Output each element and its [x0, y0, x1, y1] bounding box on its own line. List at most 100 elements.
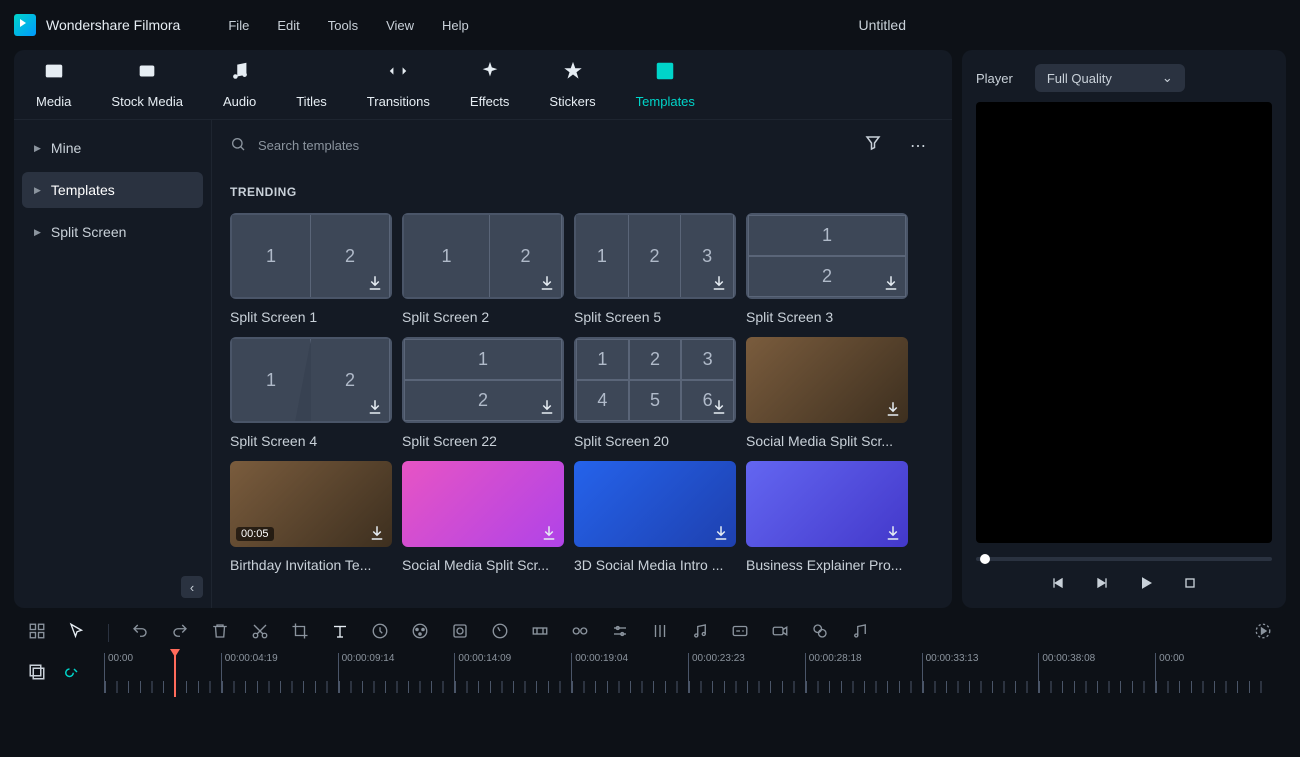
- template-birthday-invitation-te-[interactable]: 00:05Birthday Invitation Te...: [230, 461, 392, 573]
- tab-titles[interactable]: Titles: [296, 60, 327, 119]
- music-note-icon: [229, 60, 251, 88]
- cloud-image-icon: [136, 60, 158, 88]
- download-icon[interactable]: [882, 274, 900, 292]
- search-input[interactable]: Search templates: [230, 136, 844, 155]
- tab-audio[interactable]: Audio: [223, 60, 256, 119]
- sidebar-item-label: Templates: [51, 182, 115, 198]
- crop-button[interactable]: [291, 622, 309, 643]
- keyframe-button[interactable]: [531, 622, 549, 643]
- tab-transitions[interactable]: Transitions: [367, 60, 430, 119]
- delete-button[interactable]: [211, 622, 229, 643]
- more-button[interactable]: ⋯: [902, 132, 934, 160]
- template-split-screen-4[interactable]: 12Split Screen 4: [230, 337, 392, 449]
- sidebar-collapse-button[interactable]: ‹: [181, 576, 203, 598]
- template-icon: [654, 60, 676, 88]
- timeline-tick: 00:00:09:14: [338, 653, 455, 693]
- select-tool-button[interactable]: [68, 622, 86, 643]
- tab-stickers[interactable]: Stickers: [549, 60, 595, 119]
- magnet-button[interactable]: [62, 663, 80, 684]
- color-button[interactable]: [411, 622, 429, 643]
- tab-templates[interactable]: Templates: [636, 60, 695, 119]
- template-split-screen-1[interactable]: 12Split Screen 1: [230, 213, 392, 325]
- speedometer-button[interactable]: [491, 622, 509, 643]
- player-label: Player: [976, 71, 1013, 86]
- sidebar-item-label: Split Screen: [51, 224, 126, 240]
- subtitle-button[interactable]: [731, 622, 749, 643]
- image-icon: [43, 60, 65, 88]
- template-social-media-split-scr-[interactable]: Social Media Split Scr...: [402, 461, 564, 573]
- filter-button[interactable]: [856, 130, 890, 161]
- download-icon[interactable]: [712, 524, 730, 542]
- prev-keyframe-button[interactable]: [1050, 575, 1066, 594]
- search-icon: [230, 136, 246, 155]
- stop-button[interactable]: [1182, 575, 1198, 594]
- template-split-screen-2[interactable]: 12Split Screen 2: [402, 213, 564, 325]
- download-icon[interactable]: [710, 398, 728, 416]
- menu-tools[interactable]: Tools: [328, 18, 358, 33]
- audio-sync-button[interactable]: [851, 622, 869, 643]
- progress-handle[interactable]: [980, 554, 990, 564]
- speed-button[interactable]: [371, 622, 389, 643]
- template-split-screen-20[interactable]: 123456Split Screen 20: [574, 337, 736, 449]
- adjust-button[interactable]: [611, 622, 629, 643]
- chevron-left-icon: ‹: [190, 580, 194, 595]
- download-icon[interactable]: [884, 524, 902, 542]
- render-button[interactable]: [1254, 622, 1272, 643]
- link-button[interactable]: [571, 622, 589, 643]
- next-frame-button[interactable]: [1094, 575, 1110, 594]
- video-preview: [976, 102, 1272, 543]
- sidebar-item-mine[interactable]: ▶Mine: [22, 130, 203, 166]
- app-name: Wondershare Filmora: [46, 17, 180, 33]
- template-social-media-split-scr-[interactable]: Social Media Split Scr...: [746, 337, 908, 449]
- download-icon[interactable]: [538, 398, 556, 416]
- project-title: Untitled: [859, 17, 906, 33]
- template-label: Business Explainer Pro...: [746, 557, 908, 573]
- timeline-ruler[interactable]: 00:0000:00:04:1900:00:09:1400:00:14:0900…: [104, 653, 1272, 693]
- download-icon[interactable]: [884, 400, 902, 418]
- template-split-screen-22[interactable]: 12Split Screen 22: [402, 337, 564, 449]
- sidebar-item-templates[interactable]: ▶Templates: [22, 172, 203, 208]
- progress-slider[interactable]: [976, 557, 1272, 561]
- download-icon[interactable]: [366, 398, 384, 416]
- download-icon[interactable]: [538, 274, 556, 292]
- template-label: Split Screen 1: [230, 309, 392, 325]
- record-button[interactable]: [771, 622, 789, 643]
- menu-help[interactable]: Help: [442, 18, 469, 33]
- chevron-down-icon: ⌄: [1162, 70, 1173, 86]
- undo-button[interactable]: [131, 622, 149, 643]
- sidebar-item-split-screen[interactable]: ▶ Split Screen: [22, 214, 203, 250]
- template-split-screen-5[interactable]: 123Split Screen 5: [574, 213, 736, 325]
- tab-media[interactable]: Media: [36, 60, 71, 119]
- tab-stock-media[interactable]: Stock Media: [111, 60, 183, 119]
- download-icon[interactable]: [366, 274, 384, 292]
- chromakey-button[interactable]: [811, 622, 829, 643]
- menubar: File Edit Tools View Help: [228, 18, 468, 33]
- timeline-tick: 00:00:23:23: [688, 653, 805, 693]
- redo-button[interactable]: [171, 622, 189, 643]
- equalizer-button[interactable]: [651, 622, 669, 643]
- tab-effects[interactable]: Effects: [470, 60, 510, 119]
- template-business-explainer-pro-[interactable]: Business Explainer Pro...: [746, 461, 908, 573]
- template-label: Split Screen 4: [230, 433, 392, 449]
- chevron-right-icon: ▶: [34, 227, 41, 238]
- add-track-button[interactable]: [28, 663, 46, 684]
- mask-button[interactable]: [451, 622, 469, 643]
- menu-edit[interactable]: Edit: [277, 18, 299, 33]
- music-button[interactable]: [691, 622, 709, 643]
- timeline-tick: 00:00:38:08: [1038, 653, 1155, 693]
- download-icon[interactable]: [540, 524, 558, 542]
- download-icon[interactable]: [368, 524, 386, 542]
- template-3d-social-media-intro-[interactable]: 3D Social Media Intro ...: [574, 461, 736, 573]
- quality-dropdown[interactable]: Full Quality ⌄: [1035, 64, 1185, 92]
- download-icon[interactable]: [710, 274, 728, 292]
- cut-button[interactable]: [251, 622, 269, 643]
- text-tool-button[interactable]: [331, 622, 349, 643]
- template-split-screen-3[interactable]: 12Split Screen 3: [746, 213, 908, 325]
- playhead[interactable]: [174, 649, 176, 697]
- menu-file[interactable]: File: [228, 18, 249, 33]
- play-button[interactable]: [1138, 575, 1154, 594]
- tab-label: Audio: [223, 94, 256, 109]
- template-label: Split Screen 20: [574, 433, 736, 449]
- menu-view[interactable]: View: [386, 18, 414, 33]
- layout-button[interactable]: [28, 622, 46, 643]
